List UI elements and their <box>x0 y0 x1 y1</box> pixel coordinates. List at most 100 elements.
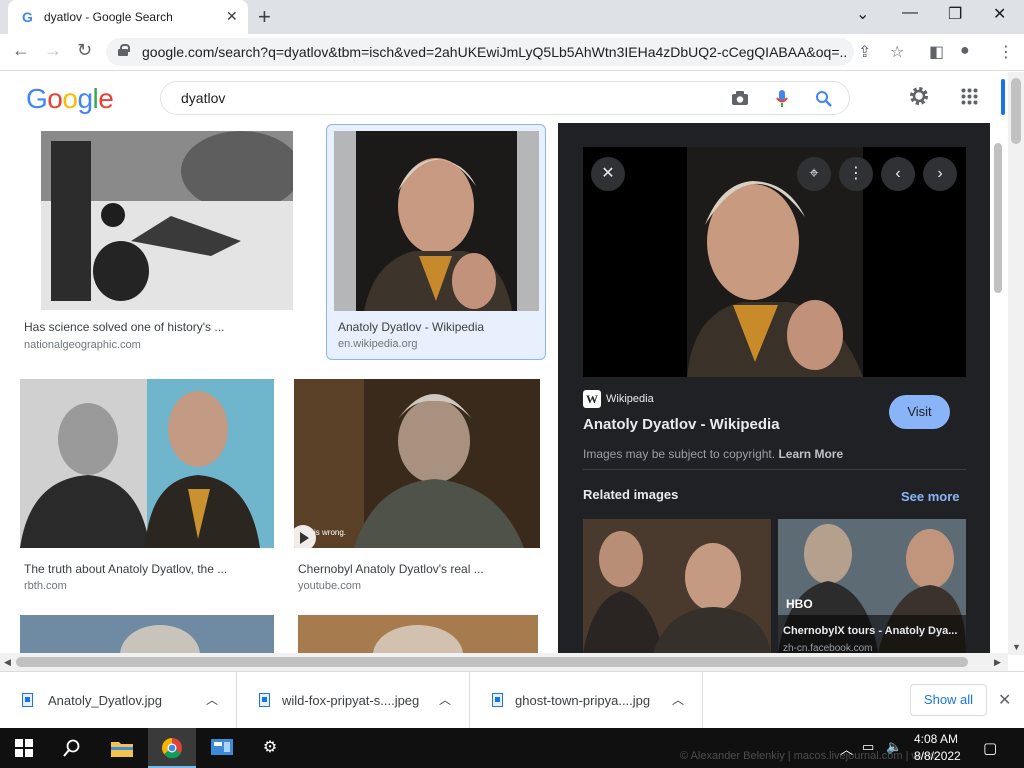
chevron-up-icon[interactable]: ︿ <box>439 691 451 708</box>
clock-time[interactable]: 4:08 AM <box>914 732 958 746</box>
new-tab-plus-icon[interactable]: + <box>258 4 271 30</box>
download-filename[interactable]: Anatoly_Dyatlov.jpg <box>48 693 162 708</box>
url-text[interactable]: google.com/search?q=dyatlov&tbm=isch&ved… <box>142 44 847 60</box>
copyright-text: Images may be subject to copyright. <box>583 447 776 461</box>
result-caption[interactable]: Has science solved one of history's ... <box>24 320 224 334</box>
learn-more-link[interactable]: Learn More <box>778 447 843 461</box>
file-explorer-icon[interactable] <box>98 728 146 768</box>
microphone-icon[interactable] <box>775 89 789 109</box>
photo-watermark: © Alexander Belenkiy | macos.livejournal… <box>680 750 938 762</box>
result-thumbnail[interactable] <box>334 131 539 311</box>
scroll-right-arrow-icon[interactable]: ▶ <box>994 657 1001 668</box>
image-result[interactable] <box>298 615 538 653</box>
logo-letter: o <box>47 83 63 114</box>
back-arrow-icon[interactable]: ← <box>12 40 30 61</box>
next-image-icon[interactable]: › <box>923 157 957 191</box>
see-more-link[interactable]: See more <box>901 489 960 504</box>
result-source[interactable]: rbth.com <box>24 580 67 592</box>
image-preview-panel: ✕ ⌖ ⋮ ‹ › W Wikipedia Anatoly Dyatlov - … <box>558 123 990 653</box>
settings-gear-icon[interactable]: ⚙ <box>246 728 294 768</box>
image-result[interactable]: The truth about Anatoly Dyatlov, the ...… <box>20 379 276 597</box>
apps-grid-icon[interactable] <box>961 88 978 105</box>
panel-scroll-thumb[interactable] <box>994 143 1002 293</box>
horizontal-scroll-thumb[interactable] <box>16 657 968 667</box>
image-result[interactable] <box>20 615 274 653</box>
camera-icon[interactable] <box>731 90 749 106</box>
download-item[interactable]: ghost-town-pripya....jpg ︿ <box>470 672 703 729</box>
browser-tab[interactable]: G dyatlov - Google Search ✕ <box>8 0 248 34</box>
more-options-icon[interactable]: ⋮ <box>839 157 873 191</box>
result-thumbnail[interactable] <box>298 615 538 653</box>
result-caption[interactable]: Anatoly Dyatlov - Wikipedia <box>338 320 484 334</box>
show-all-button[interactable]: Show all <box>910 684 987 716</box>
chrome-glyph <box>162 738 182 759</box>
result-caption[interactable]: The truth about Anatoly Dyatlov, the ... <box>24 562 227 576</box>
browser-menu-icon[interactable]: ⋮ <box>998 42 1014 62</box>
image-result[interactable]: is wrong. Chernobyl Anatoly Dyatlov's re… <box>290 379 542 597</box>
lens-search-icon[interactable]: ⌖ <box>797 157 831 191</box>
image-result[interactable]: Has science solved one of history's ... … <box>20 130 295 354</box>
control-panel-icon[interactable] <box>198 728 246 768</box>
address-bar[interactable]: google.com/search?q=dyatlov&tbm=isch&ved… <box>106 38 854 66</box>
side-panel-icon[interactable]: ◧ <box>929 42 944 62</box>
search-input[interactable]: dyatlov <box>181 90 225 106</box>
image-result-selected[interactable]: Anatoly Dyatlov - Wikipedia en.wikipedia… <box>326 124 546 360</box>
result-caption[interactable]: Chernobyl Anatoly Dyatlov's real ... <box>298 562 484 576</box>
minimize-button[interactable]: — <box>902 4 918 22</box>
result-thumbnail[interactable] <box>20 379 274 548</box>
page-scrollbar[interactable]: ▼ <box>1008 72 1024 655</box>
start-windows-icon[interactable] <box>0 728 48 768</box>
close-preview-button[interactable]: ✕ <box>591 157 625 191</box>
tab-search-chevron-icon[interactable]: ⌄ <box>856 4 869 24</box>
tab-close-icon[interactable]: ✕ <box>226 8 238 25</box>
related-source[interactable]: zh-cn.facebook.com <box>783 643 873 653</box>
visit-button[interactable]: Visit <box>889 395 950 429</box>
play-video-icon[interactable] <box>290 525 316 551</box>
page-scroll-thumb[interactable] <box>1011 78 1021 144</box>
preview-image[interactable]: ✕ ⌖ ⋮ ‹ › <box>583 147 966 377</box>
chrome-icon[interactable] <box>148 728 196 768</box>
preview-source-name[interactable]: Wikipedia <box>606 393 654 405</box>
close-downloads-icon[interactable]: ✕ <box>998 690 1011 710</box>
tab-title: dyatlov - Google Search <box>44 10 173 24</box>
result-thumbnail[interactable] <box>41 131 293 310</box>
image-file-icon <box>22 693 33 707</box>
downloads-bar: Anatoly_Dyatlov.jpg ︿ wild-fox-pripyat-s… <box>0 671 1024 729</box>
search-icon[interactable] <box>48 728 96 768</box>
bookmark-star-icon[interactable]: ☆ <box>890 42 904 62</box>
google-logo[interactable]: Google <box>26 83 114 115</box>
window-close-button[interactable]: ✕ <box>993 4 1006 24</box>
profile-avatar-icon[interactable]: ● <box>960 42 970 60</box>
notifications-icon[interactable]: ▢ <box>983 739 997 757</box>
scroll-down-arrow-icon[interactable]: ▼ <box>1012 642 1021 652</box>
download-filename[interactable]: wild-fox-pripyat-s....jpeg <box>282 693 419 708</box>
related-caption[interactable]: ChernobylX tours - Anatoly Dya... <box>783 625 957 637</box>
horizontal-scrollbar[interactable]: ◀ ▶ <box>0 653 1008 671</box>
chevron-up-icon[interactable]: ︿ <box>206 691 218 708</box>
sign-in-button-edge[interactable] <box>1001 79 1005 115</box>
related-image[interactable] <box>583 519 771 653</box>
lock-icon[interactable] <box>118 44 130 56</box>
settings-gear-icon[interactable] <box>908 85 930 107</box>
result-source[interactable]: youtube.com <box>298 580 361 592</box>
previous-image-icon[interactable]: ‹ <box>881 157 915 191</box>
logo-letter: g <box>77 83 93 114</box>
search-icon[interactable] <box>815 90 833 108</box>
windows-logo <box>15 739 33 757</box>
preview-title[interactable]: Anatoly Dyatlov - Wikipedia <box>583 416 780 433</box>
download-filename[interactable]: ghost-town-pripya....jpg <box>515 693 650 708</box>
forward-arrow-icon[interactable]: → <box>44 40 62 61</box>
restore-button[interactable]: ❐ <box>948 4 962 24</box>
taskbar-search-glyph <box>63 739 80 757</box>
download-item[interactable]: Anatoly_Dyatlov.jpg ︿ <box>0 672 237 729</box>
download-item[interactable]: wild-fox-pripyat-s....jpeg ︿ <box>237 672 470 729</box>
chevron-up-icon[interactable]: ︿ <box>672 691 684 708</box>
search-box[interactable]: dyatlov <box>160 81 850 115</box>
result-source[interactable]: en.wikipedia.org <box>338 338 418 350</box>
result-thumbnail[interactable] <box>20 615 274 653</box>
result-thumbnail[interactable] <box>294 379 540 548</box>
scroll-left-arrow-icon[interactable]: ◀ <box>4 657 11 668</box>
result-source[interactable]: nationalgeographic.com <box>24 339 141 351</box>
reload-icon[interactable]: ↻ <box>77 40 92 61</box>
share-icon[interactable]: ⇪ <box>858 42 871 62</box>
